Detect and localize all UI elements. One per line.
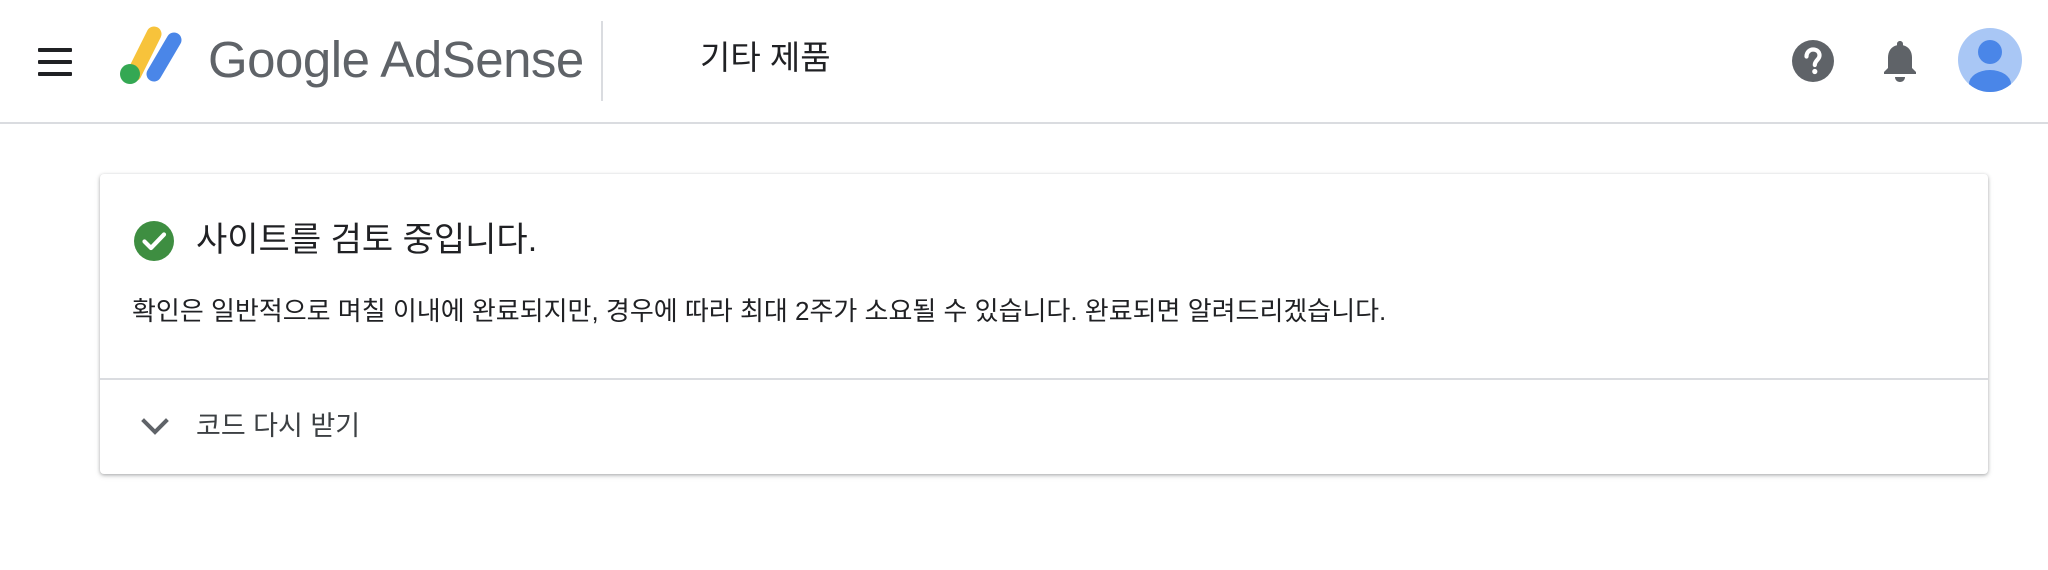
main-menu-button[interactable] <box>34 44 78 80</box>
top-app-bar: Google AdSense 기타 제품 <box>0 0 2048 124</box>
review-status-description: 확인은 일반적으로 며칠 이내에 완료되지만, 경우에 따라 최대 2주가 소요… <box>132 296 1387 326</box>
get-code-again-expander[interactable]: 코드 다시 받기 <box>100 380 1988 474</box>
check-circle-icon <box>134 221 174 261</box>
site-review-card: 사이트를 검토 중입니다. 확인은 일반적으로 며칠 이내에 완료되지만, 경우… <box>100 174 1988 474</box>
hamburger-menu-icon-line <box>38 60 72 64</box>
bell-icon[interactable] <box>1880 38 1920 84</box>
review-status-title: 사이트를 검토 중입니다. <box>196 221 538 259</box>
header-divider <box>601 21 603 101</box>
get-code-again-label: 코드 다시 받기 <box>196 411 361 441</box>
help-icon[interactable] <box>1792 40 1834 82</box>
account-avatar-icon[interactable] <box>1958 28 2022 92</box>
product-name: Google AdSense <box>208 31 584 88</box>
adsense-logo[interactable] <box>118 26 190 86</box>
hamburger-menu-icon <box>38 48 72 52</box>
page-title: 기타 제품 <box>700 39 831 76</box>
chevron-down-icon <box>141 418 169 435</box>
hamburger-menu-icon-line <box>38 72 72 76</box>
